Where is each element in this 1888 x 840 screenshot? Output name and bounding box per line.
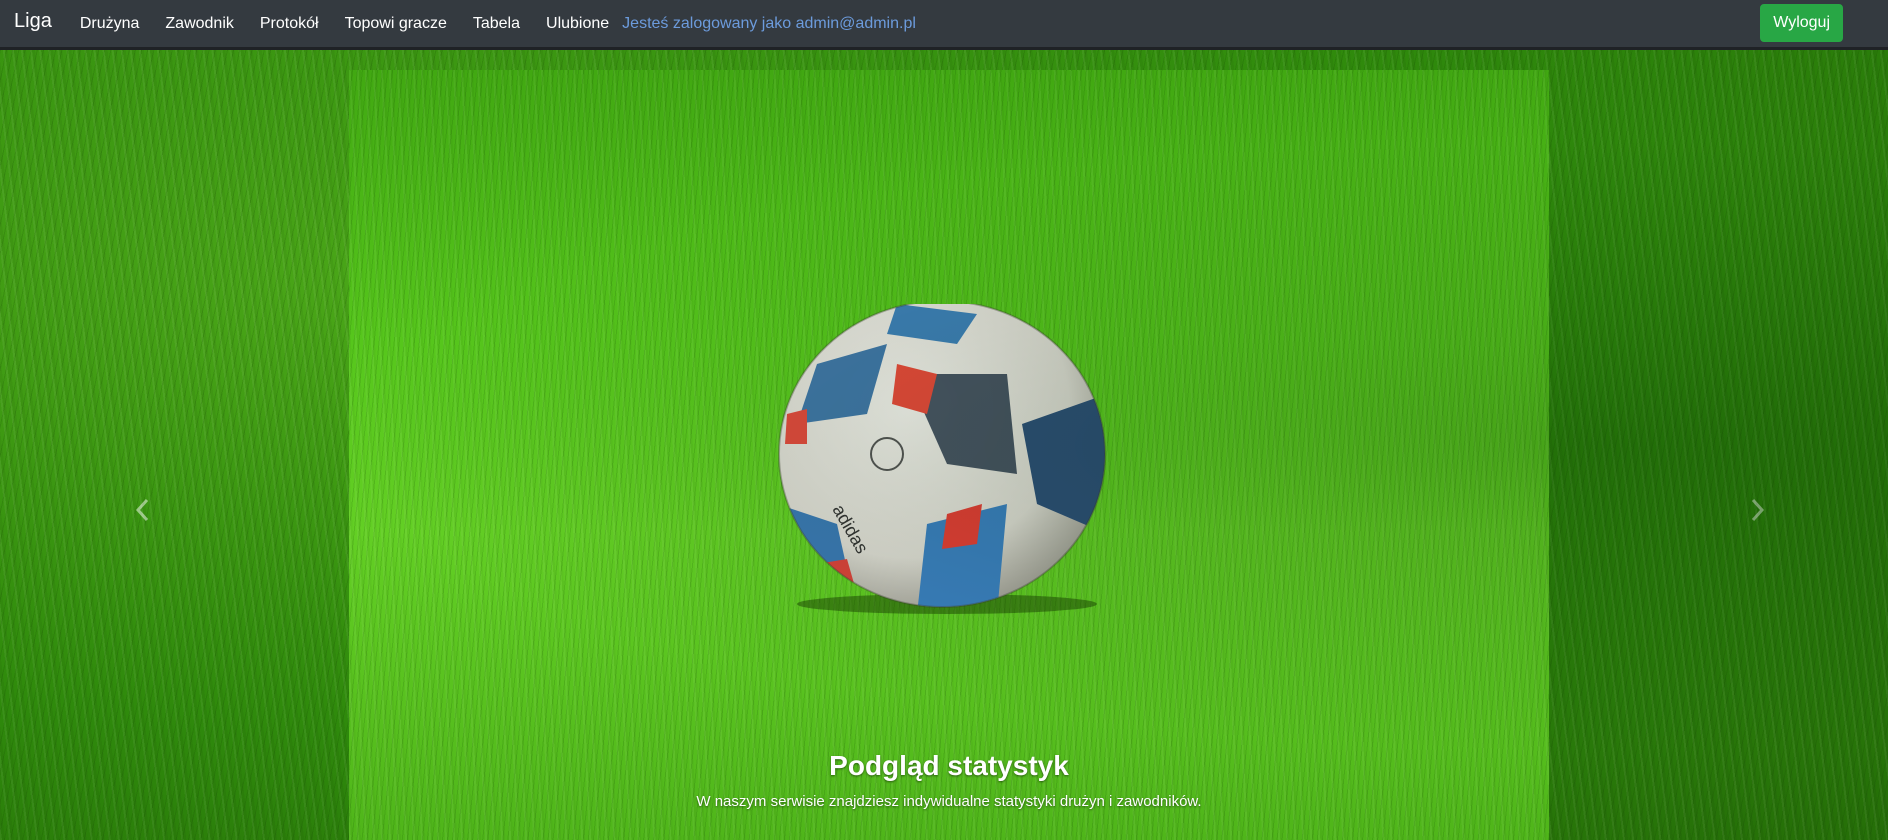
top-navbar: Liga Drużyna Zawodnik Protokół Topowi gr… [0, 0, 1888, 50]
chevron-right-icon [1751, 498, 1765, 522]
nav-link-tabela[interactable]: Tabela [473, 15, 520, 33]
logged-in-status: Jesteś zalogowany jako admin@admin.pl [622, 14, 916, 32]
carousel: adidas Podgląd statystyk W naszym serwis… [0, 50, 1888, 840]
nav-link-druzyna[interactable]: Drużyna [80, 15, 140, 33]
nav-link-zawodnik[interactable]: Zawodnik [165, 15, 233, 33]
nav-link-ulubione[interactable]: Ulubione [546, 15, 609, 33]
slide-description: W naszym serwisie znajdziesz indywidualn… [696, 793, 1202, 810]
slide-title: Podgląd statystyk [829, 750, 1069, 781]
carousel-prev-button[interactable] [132, 490, 152, 530]
carousel-next-button[interactable] [1748, 490, 1768, 530]
nav-link-topowi-gracze[interactable]: Topowi gracze [345, 15, 447, 33]
carousel-slide: adidas Podgląd statystyk W naszym serwis… [349, 70, 1549, 840]
nav-link-protokol[interactable]: Protokół [260, 15, 319, 33]
chevron-left-icon [135, 498, 149, 522]
brand-link[interactable]: Liga [14, 10, 52, 33]
logout-button[interactable]: Wyloguj [1760, 4, 1843, 42]
soccer-ball-image: adidas [778, 304, 1106, 614]
